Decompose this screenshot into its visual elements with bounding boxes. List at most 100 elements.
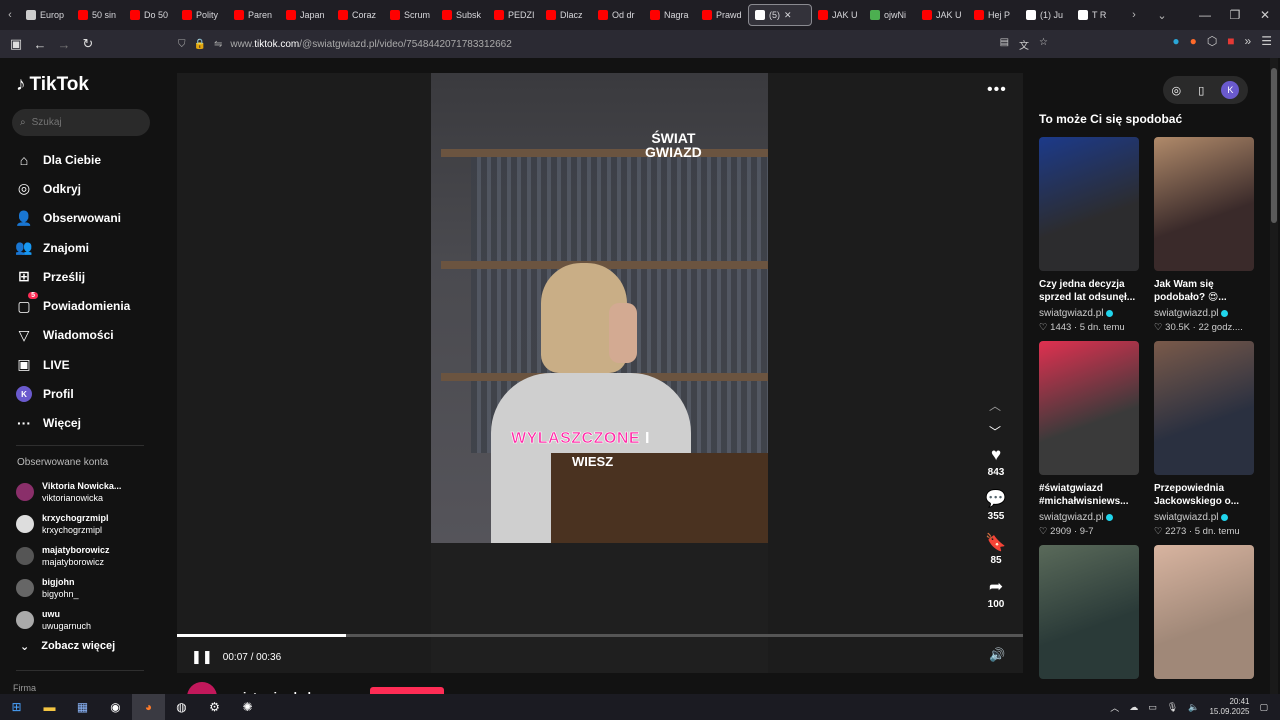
settings-gear-icon[interactable]: ⚙: [198, 694, 231, 720]
followed-account[interactable]: uwu uwugarnuch: [16, 604, 121, 636]
browser-tab[interactable]: Subsk: [436, 4, 488, 26]
card-author[interactable]: swiatgwiazd.pl: [1039, 512, 1139, 523]
close-window-icon[interactable]: ✕: [1250, 8, 1280, 22]
tiktok-logo[interactable]: ♪ TikTok: [16, 74, 89, 96]
browser-tab[interactable]: ojwNi: [864, 4, 916, 26]
video-thumbnail[interactable]: [1039, 545, 1139, 679]
bookmark-star-icon[interactable]: ☆: [1039, 37, 1048, 52]
steam-app-icon[interactable]: ◍: [165, 694, 198, 720]
save-action[interactable]: 🔖 85: [983, 533, 1009, 577]
browser-tab[interactable]: Nagra: [644, 4, 696, 26]
browser-tab[interactable]: Polity: [176, 4, 228, 26]
browser-tab[interactable]: Paren: [228, 4, 280, 26]
company-link[interactable]: Firma: [13, 683, 36, 693]
video-thumbnail[interactable]: [1154, 545, 1254, 679]
sidebar-item-upload[interactable]: ⊞ Prześlij: [16, 262, 130, 291]
volume-icon[interactable]: 🔊: [989, 647, 1005, 663]
extensions-icon[interactable]: ⬡: [1207, 34, 1217, 48]
extension-red-badge-icon[interactable]: ■: [1227, 34, 1234, 48]
sidebar-item-friends[interactable]: 👥 Znajomi: [15, 233, 130, 262]
browser-tab[interactable]: Prawd: [696, 4, 748, 26]
scrollbar-thumb[interactable]: [1271, 68, 1277, 223]
browser-tab[interactable]: Do 50: [124, 4, 176, 26]
forward-icon[interactable]: →: [52, 37, 76, 52]
browser-tab[interactable]: Od dr: [592, 4, 644, 26]
sidebar-item-profile[interactable]: K Profil: [16, 379, 130, 408]
device-icon[interactable]: ▯: [1198, 84, 1204, 97]
tab-close-icon[interactable]: ✕: [784, 10, 792, 21]
lock-icon[interactable]: 🔒: [194, 39, 206, 50]
browser-tab[interactable]: (1) Ju: [1020, 4, 1072, 26]
mic-icon[interactable]: 🎙: [1167, 702, 1178, 713]
share-action[interactable]: ➦ 100: [983, 577, 1009, 621]
progress-bar[interactable]: [177, 634, 1023, 637]
clock[interactable]: 20:41 15.09.2025: [1209, 697, 1249, 717]
cloud-icon[interactable]: ☁: [1129, 702, 1138, 713]
card-author[interactable]: swiatgwiazd.pl: [1154, 512, 1254, 523]
followed-account[interactable]: bigjohn bigyohn_: [16, 572, 121, 604]
back-icon[interactable]: ←: [28, 37, 52, 52]
followed-account[interactable]: majatyborowicz majatyborowicz: [16, 540, 121, 572]
minimize-icon[interactable]: —: [1190, 8, 1220, 22]
shield-icon[interactable]: ⛉: [178, 39, 186, 50]
restore-icon[interactable]: ❐: [1220, 8, 1250, 22]
url-bar[interactable]: ⛉ 🔒 ⇋ www. tiktok.com/@swiatgwiazd.pl/vid…: [178, 33, 1048, 55]
tab-list-icon[interactable]: ⌄: [1152, 9, 1172, 22]
card-title[interactable]: Czy jedna decyzja sprzed lat odsunęł...: [1039, 278, 1139, 304]
pause-icon[interactable]: ❚❚: [191, 649, 213, 665]
speaker-icon[interactable]: 🔈: [1188, 702, 1199, 713]
sidebar-item-following[interactable]: 👤 Obserwowani: [15, 204, 130, 233]
next-video-icon[interactable]: ﹀: [989, 419, 1001, 445]
tray-overflow-icon[interactable]: ︿: [1110, 701, 1119, 714]
card-title[interactable]: Jak Wam się podobało? 😍...: [1154, 278, 1254, 304]
search-box[interactable]: ⌕: [12, 109, 150, 136]
card-author[interactable]: swiatgwiazd.pl: [1154, 308, 1254, 319]
sidebar-item-messages[interactable]: ▽ Wiadomości: [16, 321, 130, 350]
windows-start-icon[interactable]: ⊞: [0, 694, 33, 720]
card-author[interactable]: swiatgwiazd.pl: [1039, 308, 1139, 319]
extension-globe-icon[interactable]: ●: [1172, 34, 1179, 48]
notifications-tray-icon[interactable]: ▢: [1259, 702, 1268, 713]
compass-icon[interactable]: ◎: [1172, 84, 1182, 97]
browser-tab[interactable]: T R: [1072, 4, 1124, 26]
browser-tab[interactable]: PEDZI: [488, 4, 540, 26]
search-input[interactable]: [31, 117, 132, 128]
video-thumbnail[interactable]: [1154, 341, 1254, 475]
recommendation-card[interactable]: [1039, 545, 1139, 679]
permissions-icon[interactable]: ⇋: [214, 39, 222, 50]
like-action[interactable]: ♥ 843: [983, 445, 1009, 489]
video-player[interactable]: ŚWIAT GWIAZD WYLASZCZONE I WIESZ ••• ︿ ﹀…: [177, 73, 1023, 673]
video-frame[interactable]: ŚWIAT GWIAZD WYLASZCZONE I WIESZ: [431, 73, 768, 673]
followed-account[interactable]: krxychogrzmipl krxychogrzmipl: [16, 508, 121, 540]
recommendation-card[interactable]: Jak Wam się podobało? 😍... swiatgwiazd.pl…: [1154, 137, 1254, 333]
browser-tab[interactable]: 50 sin: [72, 4, 124, 26]
user-avatar[interactable]: K: [1221, 81, 1240, 99]
sidebar-item-notifications[interactable]: ▢ 5 Powiadomienia: [16, 291, 130, 320]
recommendation-card[interactable]: Czy jedna decyzja sprzed lat odsunęł... s…: [1039, 137, 1139, 333]
tab-scroll-left-icon[interactable]: ‹: [0, 9, 20, 21]
overflow-menu-icon[interactable]: »: [1245, 34, 1252, 48]
comment-action[interactable]: 💬 355: [983, 489, 1009, 533]
card-title[interactable]: #światgwiazd #michałwisniews...: [1039, 482, 1139, 508]
previous-video-icon[interactable]: ︿: [989, 393, 1001, 419]
firefox-icon[interactable]: ◕: [132, 694, 165, 720]
browser-tab[interactable]: (5) ✕: [748, 4, 812, 26]
app-swirl-icon[interactable]: ✺: [231, 694, 264, 720]
more-options-icon[interactable]: •••: [987, 81, 1007, 99]
sidebar-item-more[interactable]: ··· Więcej: [16, 409, 130, 438]
reload-icon[interactable]: ↻: [76, 36, 100, 52]
file-explorer-icon[interactable]: ▬: [33, 694, 66, 720]
tab-scroll-right-icon[interactable]: ›: [1124, 9, 1144, 21]
recommendation-card[interactable]: #światgwiazd #michałwisniews... swiatgwia…: [1039, 341, 1139, 537]
video-thumbnail[interactable]: [1154, 137, 1254, 271]
app-icon[interactable]: ▦: [66, 694, 99, 720]
sidebar-item-live[interactable]: ▣ LIVE: [16, 350, 130, 379]
see-more-button[interactable]: ⌄ Zobacz więcej: [20, 640, 115, 653]
hamburger-menu-icon[interactable]: ☰: [1261, 34, 1272, 48]
video-thumbnail[interactable]: [1039, 341, 1139, 475]
browser-tab[interactable]: Japan: [280, 4, 332, 26]
network-icon[interactable]: ▭: [1148, 702, 1157, 713]
extension-fox-icon[interactable]: ●: [1190, 34, 1197, 48]
browser-tab[interactable]: Hej P: [968, 4, 1020, 26]
steam-icon[interactable]: ◉: [99, 694, 132, 720]
